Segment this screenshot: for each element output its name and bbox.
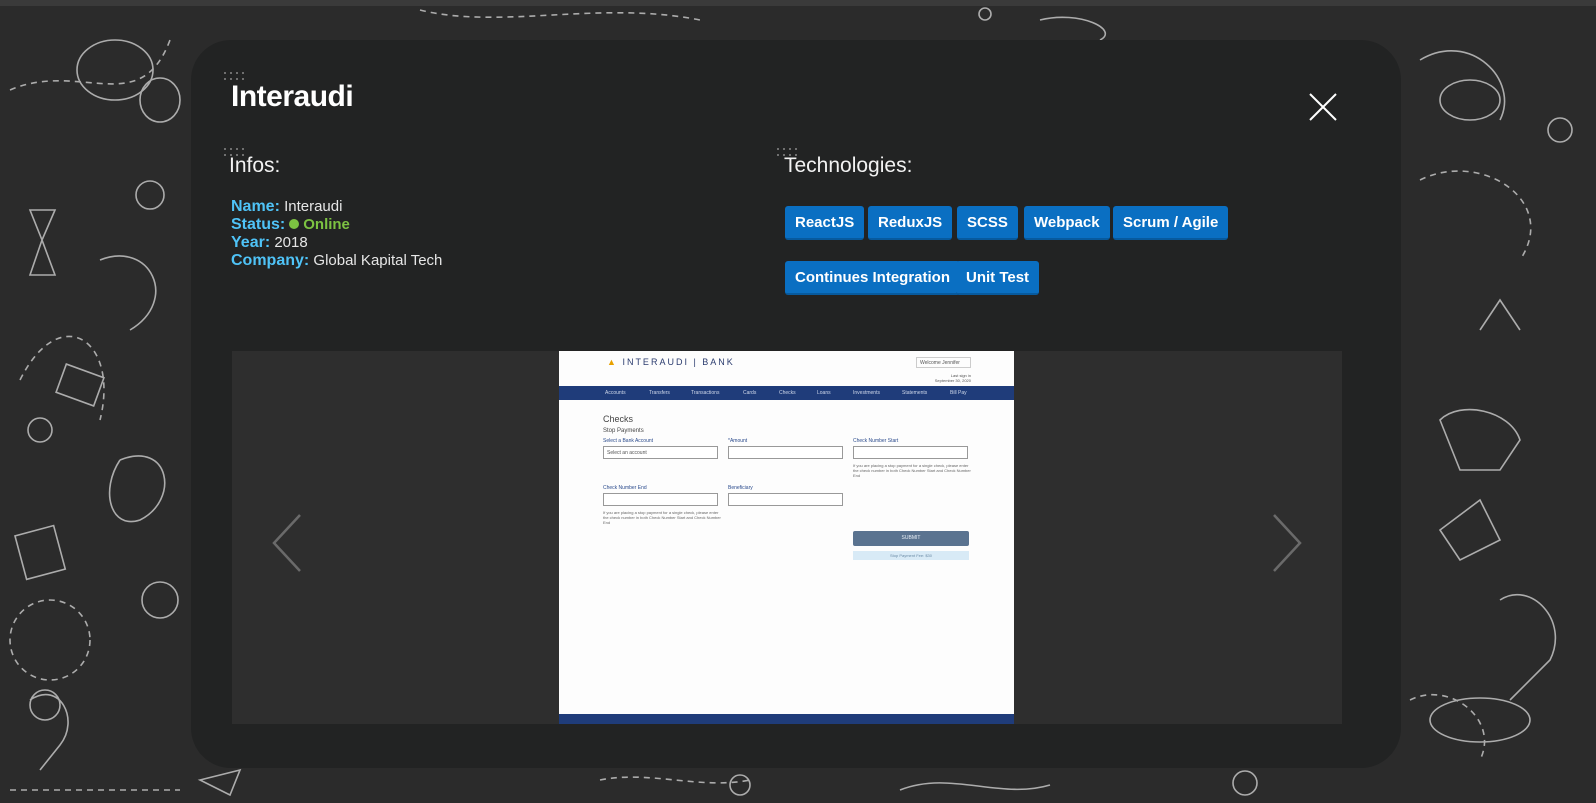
window-top-border — [0, 0, 1596, 6]
info-status-value: Online — [303, 216, 350, 233]
close-icon[interactable] — [1308, 92, 1338, 122]
project-modal: Interaudi Infos: Name: Interaudi Status:… — [191, 40, 1401, 768]
slide-last-login: Last sign in September 30, 2020 — [934, 373, 971, 383]
slide-hint-start: If you are placing a stop payment for a … — [853, 463, 971, 478]
tech-tag-scss[interactable]: SCSS — [957, 206, 1018, 240]
slide-amount-field — [728, 446, 843, 459]
slide-check-end-field — [603, 493, 718, 506]
slide-nav-item: Checks — [779, 390, 796, 396]
slide-nav-item: Bill Pay — [950, 390, 967, 396]
slide-nav-bar: Accounts Transfers Transactions Cards Ch… — [559, 386, 1014, 400]
info-status-label: Status: — [231, 216, 286, 233]
slide-bank-logo: ▲ INTERAUDI | BANK — [607, 357, 735, 367]
tech-tag-webpack[interactable]: Webpack — [1024, 206, 1110, 240]
info-company-label: Company: — [231, 252, 310, 269]
slide-label-check-end: Check Number End — [603, 485, 647, 491]
slide-section-title: Stop Payments — [603, 428, 644, 434]
info-row-company: Company: Global Kapital Tech — [231, 252, 442, 270]
info-row-name: Name: Interaudi — [231, 198, 442, 216]
info-year-value: 2018 — [274, 234, 308, 251]
info-name-value: Interaudi — [284, 198, 343, 215]
slide-welcome: Welcome Jennifer — [916, 357, 971, 368]
slide-label-beneficiary: Beneficiary — [728, 485, 753, 491]
slide-nav-item: Accounts — [605, 390, 626, 396]
slide-nav-item: Cards — [743, 390, 757, 396]
info-company-value: Global Kapital Tech — [313, 252, 443, 269]
slide-label-account: Select a Bank Account — [603, 438, 654, 444]
tech-tag-reactjs[interactable]: ReactJS — [785, 206, 865, 240]
slide-label-amount: *Amount — [728, 438, 748, 444]
modal-title: Interaudi — [231, 80, 354, 113]
carousel-slide-screenshot: ▲ INTERAUDI | BANK Welcome Jennifer Last… — [559, 351, 1014, 724]
slide-fee-note: Stop Payment Fee: $30 — [853, 551, 969, 560]
screenshot-carousel[interactable]: ▲ INTERAUDI | BANK Welcome Jennifer Last… — [232, 351, 1342, 724]
slide-page-title: Checks — [603, 414, 634, 424]
chevron-left-icon[interactable] — [270, 513, 304, 573]
slide-nav-item: Loans — [817, 390, 831, 396]
infos-heading: Infos: — [229, 154, 281, 177]
slide-nav-item: Transactions — [691, 390, 720, 396]
slide-nav-item: Investments — [853, 390, 880, 396]
slide-beneficiary-field — [728, 493, 843, 506]
tech-tag-reduxjs[interactable]: ReduxJS — [868, 206, 953, 240]
tech-tag-unit-test[interactable]: Unit Test — [956, 261, 1040, 295]
info-year-label: Year: — [231, 234, 271, 251]
info-row-status: Status: Online — [231, 216, 442, 234]
slide-submit-button: SUBMIT — [853, 531, 969, 546]
chevron-right-icon[interactable] — [1270, 513, 1304, 573]
info-name-label: Name: — [231, 198, 280, 215]
status-online-icon — [289, 219, 300, 229]
info-row-year: Year: 2018 — [231, 234, 442, 252]
slide-nav-item: Transfers — [649, 390, 670, 396]
tech-tag-continuous-integration[interactable]: Continues Integration — [785, 261, 960, 295]
slide-label-check-start: Check Number Start — [853, 438, 899, 444]
technologies-heading: Technologies: — [784, 154, 913, 177]
slide-footer — [559, 714, 1014, 724]
slide-hint-end: If you are placing a stop payment for a … — [603, 510, 721, 525]
tech-tag-scrum-agile[interactable]: Scrum / Agile — [1113, 206, 1229, 240]
slide-check-start-field — [853, 446, 968, 459]
slide-nav-item: Statements — [902, 390, 928, 396]
slide-account-select: Select an account — [603, 446, 718, 459]
info-list: Name: Interaudi Status: Online Year: 2018… — [231, 198, 442, 270]
